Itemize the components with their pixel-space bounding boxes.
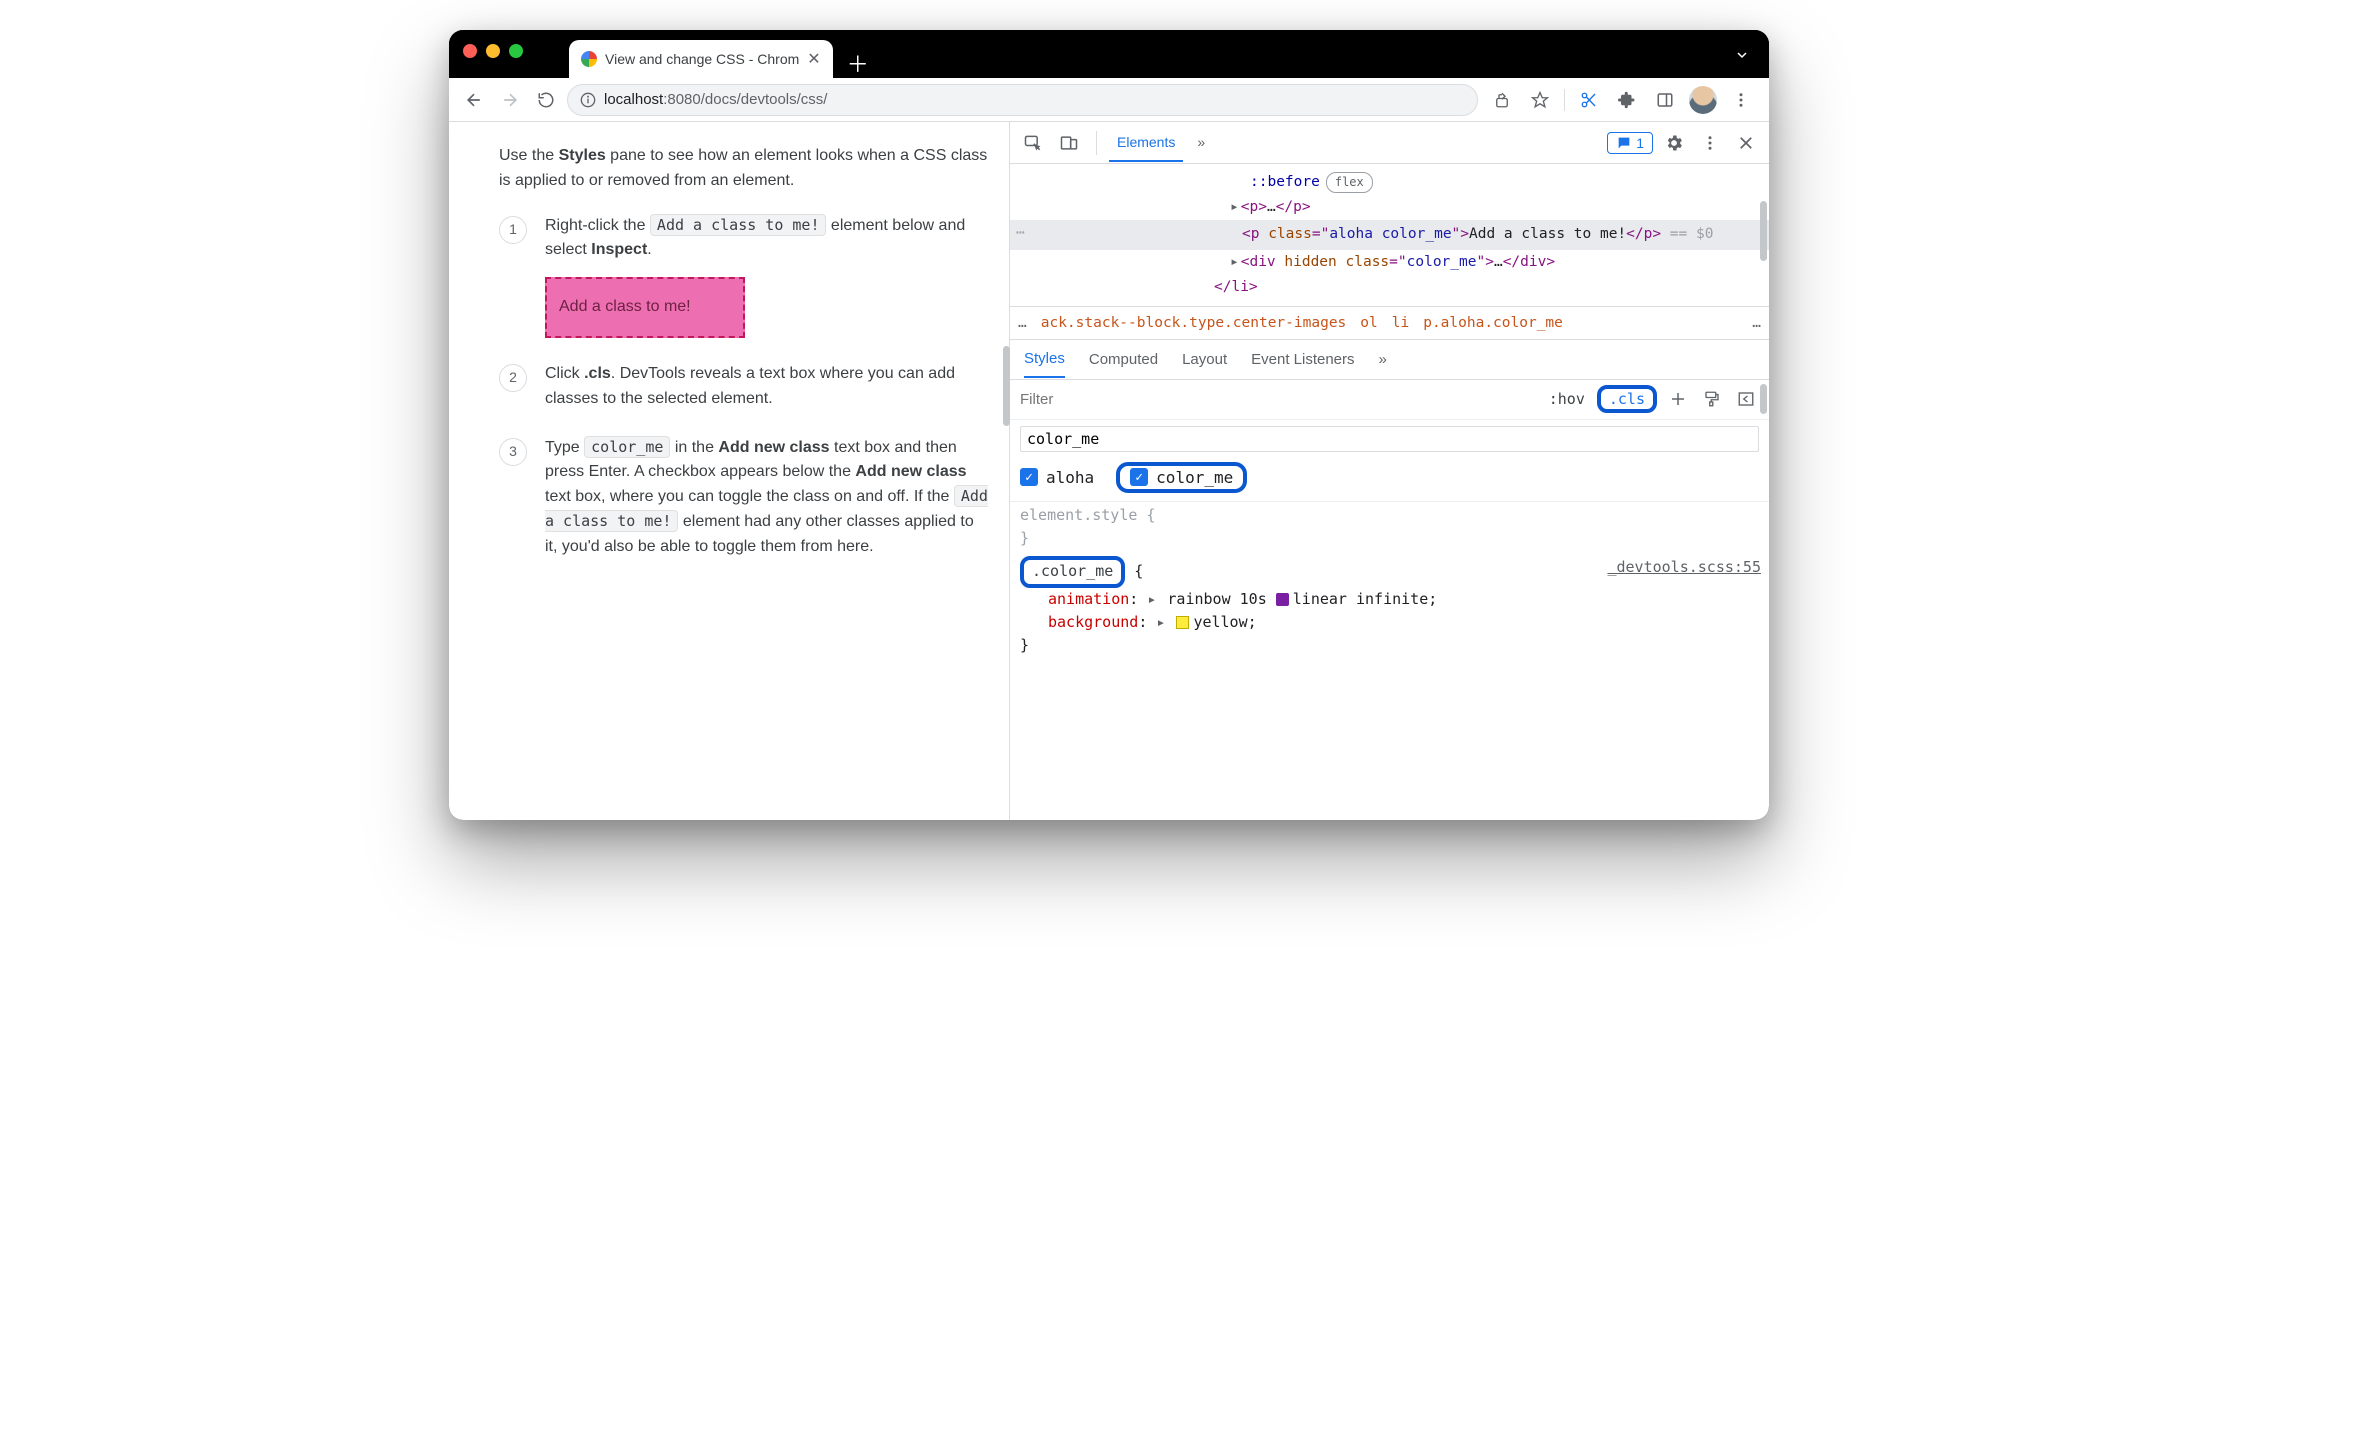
devtools-panel: Elements » 1 (1009, 122, 1769, 820)
devtools-toolbar: Elements » 1 (1010, 122, 1769, 164)
crumb-more-left[interactable]: … (1018, 315, 1027, 331)
add-class-input[interactable] (1020, 426, 1759, 452)
content-area: Use the Styles pane to see how an elemen… (449, 122, 1769, 820)
crumb-selected[interactable]: p.aloha.color_me (1423, 315, 1563, 331)
inspect-icon[interactable] (1018, 128, 1048, 158)
info-icon (580, 92, 596, 108)
close-tab-icon[interactable]: ✕ (807, 49, 820, 69)
minimize-window-button[interactable] (486, 44, 500, 58)
device-toggle-icon[interactable] (1054, 128, 1084, 158)
reload-button[interactable] (531, 85, 561, 115)
selected-dom-node[interactable]: <p class="aloha color_me">Add a class to… (1010, 220, 1769, 249)
add-class-row (1010, 420, 1769, 458)
styles-scrollbar[interactable] (1760, 384, 1767, 414)
cls-button[interactable]: .cls (1597, 385, 1657, 413)
tab-elements[interactable]: Elements (1109, 124, 1183, 162)
tab-more[interactable]: » (1189, 124, 1213, 162)
url-path: /docs/devtools/css/ (701, 91, 828, 108)
url-host: localhost (604, 91, 663, 108)
new-tab-button[interactable]: ＋ (843, 48, 873, 78)
star-icon[interactable] (1526, 86, 1554, 114)
step-1: 1 Right-click the Add a class to me! ele… (499, 214, 989, 338)
window-controls (463, 44, 523, 58)
rule-selector-color-me[interactable]: .color_me (1020, 556, 1125, 587)
dom-breadcrumb[interactable]: … ack.stack--block.type.center-images ol… (1010, 306, 1769, 340)
crumb-item[interactable]: ol (1360, 315, 1377, 331)
hov-button[interactable]: :hov (1545, 388, 1589, 410)
rule-source-link[interactable]: _devtools.scss:55 (1607, 556, 1761, 579)
checkbox-checked-icon: ✓ (1130, 468, 1148, 486)
profile-avatar[interactable] (1689, 86, 1717, 114)
forward-button[interactable] (495, 85, 525, 115)
step-number: 2 (499, 364, 527, 392)
share-icon[interactable] (1488, 86, 1516, 114)
crumb-item[interactable]: ack.stack--block.type.center-images (1041, 315, 1347, 331)
toolbar-right (1484, 86, 1759, 114)
address-bar[interactable]: localhost:8080/docs/devtools/css/ (567, 84, 1478, 116)
extensions-icon[interactable] (1613, 86, 1641, 114)
tab-title: View and change CSS - Chrom (605, 51, 799, 67)
styles-filter-input[interactable] (1016, 386, 1537, 412)
kebab-menu-icon[interactable] (1727, 86, 1755, 114)
zoom-window-button[interactable] (509, 44, 523, 58)
flex-badge[interactable]: flex (1326, 172, 1373, 193)
tab-more[interactable]: » (1379, 351, 1387, 368)
paint-icon[interactable] (1699, 386, 1725, 412)
demo-element[interactable]: Add a class to me! (545, 277, 745, 338)
style-rules[interactable]: element.style { } .color_me { _devtools.… (1010, 501, 1769, 666)
computed-pane-icon[interactable] (1733, 386, 1759, 412)
toolbar: localhost:8080/docs/devtools/css/ (449, 78, 1769, 122)
sidepanel-icon[interactable] (1651, 86, 1679, 114)
titlebar: View and change CSS - Chrom ✕ ＋ (449, 30, 1769, 78)
crumb-item[interactable]: li (1392, 315, 1409, 331)
add-rule-icon[interactable] (1665, 386, 1691, 412)
tab-computed[interactable]: Computed (1089, 351, 1158, 368)
code-snippet: color_me (584, 436, 670, 458)
tab-event-listeners[interactable]: Event Listeners (1251, 351, 1354, 368)
crumb-more-right[interactable]: … (1752, 315, 1761, 331)
browser-window: View and change CSS - Chrom ✕ ＋ localhos… (449, 30, 1769, 820)
tab-layout[interactable]: Layout (1182, 351, 1227, 368)
intro-text: Use the Styles pane to see how an elemen… (499, 144, 989, 194)
step-3: 3 Type color_me in the Add new class tex… (499, 436, 989, 560)
close-devtools-icon[interactable] (1731, 128, 1761, 158)
step-2: 2 Click .cls. DevTools reveals a text bo… (499, 362, 989, 412)
easing-swatch-icon[interactable] (1276, 593, 1289, 606)
scissors-icon[interactable] (1575, 86, 1603, 114)
class-toggles: ✓ aloha ✓ color_me (1010, 458, 1769, 501)
page-article: Use the Styles pane to see how an elemen… (449, 122, 1009, 820)
class-toggle-aloha[interactable]: ✓ aloha (1020, 468, 1094, 487)
ellipsis-icon[interactable]: ⋯ (1016, 222, 1027, 245)
code-snippet: Add a class to me! (650, 214, 827, 236)
issues-button[interactable]: 1 (1607, 132, 1653, 154)
url-port: :8080 (663, 91, 701, 108)
styles-subtabs: Styles Computed Layout Event Listeners » (1010, 340, 1769, 380)
class-toggle-color-me[interactable]: ✓ color_me (1116, 462, 1247, 493)
close-window-button[interactable] (463, 44, 477, 58)
step-number: 3 (499, 438, 527, 466)
step-number: 1 (499, 216, 527, 244)
styles-filter-row: :hov .cls (1010, 380, 1769, 420)
dom-scrollbar[interactable] (1760, 166, 1767, 301)
chrome-favicon (581, 51, 597, 67)
kebab-icon[interactable] (1695, 128, 1725, 158)
browser-tab[interactable]: View and change CSS - Chrom ✕ (569, 40, 833, 78)
gear-icon[interactable] (1659, 128, 1689, 158)
back-button[interactable] (459, 85, 489, 115)
chevron-down-icon[interactable] (1727, 40, 1757, 70)
color-swatch-icon[interactable] (1176, 616, 1189, 629)
checkbox-checked-icon: ✓ (1020, 468, 1038, 486)
tab-styles[interactable]: Styles (1024, 350, 1065, 378)
dom-tree[interactable]: ⋯ ::beforeflex ▸<p>…</p> <p class="aloha… (1010, 164, 1769, 306)
issues-count: 1 (1636, 135, 1644, 151)
